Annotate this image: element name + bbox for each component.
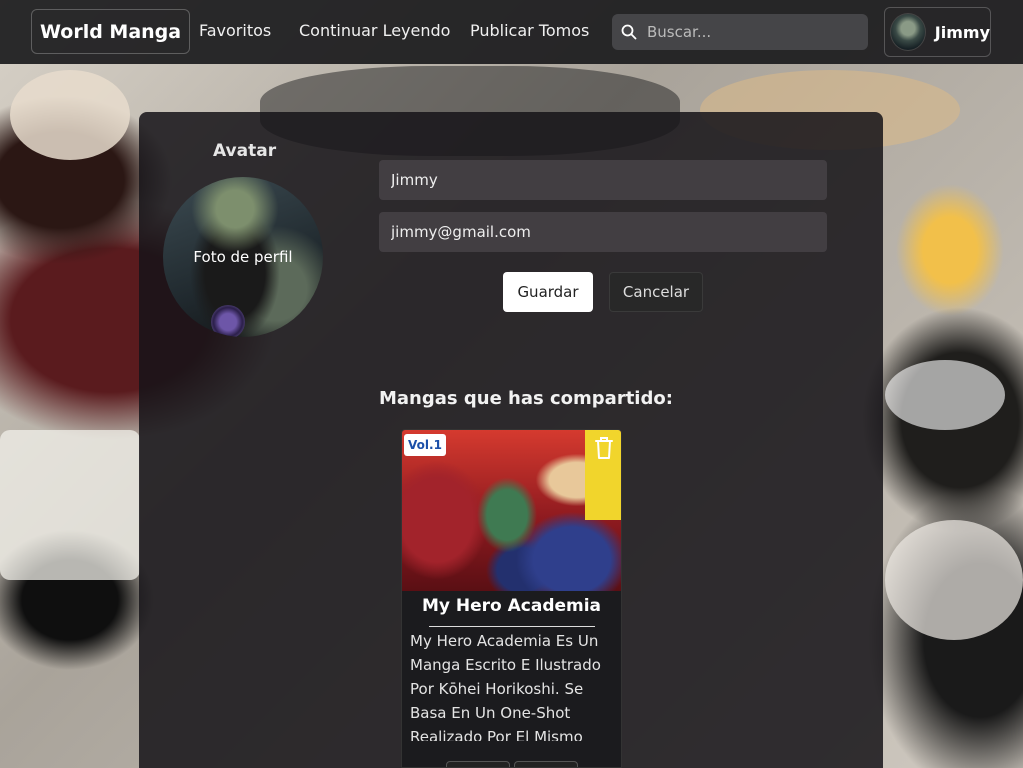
nav-link-favoritos[interactable]: Favoritos [199, 21, 271, 40]
manga-description: My Hero Academia Es Un Manga Escrito E I… [410, 632, 601, 741]
nav-link-publicar-tomos[interactable]: Publicar Tomos [470, 21, 589, 40]
background-art [885, 360, 1005, 430]
background-art [885, 520, 1023, 640]
trash-icon[interactable] [593, 436, 615, 460]
volume-label: Vol.1 [404, 434, 446, 456]
avatar [890, 13, 926, 51]
manga-cover: Vol.1 [402, 430, 621, 591]
avatar-heading: Avatar [213, 141, 277, 161]
search-input[interactable] [647, 23, 847, 41]
emblem-icon [211, 305, 245, 337]
divider [429, 626, 595, 627]
shared-mangas-heading: Mangas que has compartido: [379, 388, 673, 409]
profile-photo[interactable]: Foto de perfil [163, 177, 323, 337]
card-action-button[interactable] [514, 761, 578, 767]
email-field[interactable] [379, 212, 827, 252]
search-box[interactable] [612, 14, 868, 50]
cancel-button[interactable]: Cancelar [609, 272, 703, 312]
brand-logo[interactable]: World Manga [31, 9, 191, 54]
background-art [0, 430, 140, 580]
manga-title: My Hero Academia [421, 596, 602, 616]
profile-photo-caption: Foto de perfil [193, 248, 293, 266]
save-button[interactable]: Guardar [503, 272, 593, 312]
background-art [10, 70, 130, 160]
user-menu[interactable]: Jimmy [884, 7, 991, 57]
user-name: Jimmy [934, 22, 990, 42]
search-icon [621, 24, 637, 40]
nav-link-continuar-leyendo[interactable]: Continuar Leyendo [299, 21, 450, 40]
card-action-button[interactable] [446, 761, 510, 767]
navbar: World Manga Favoritos Continuar Leyendo … [0, 0, 1023, 64]
manga-card[interactable]: Vol.1 My Hero Academia My Hero Academia … [401, 429, 622, 768]
name-field[interactable] [379, 160, 827, 200]
